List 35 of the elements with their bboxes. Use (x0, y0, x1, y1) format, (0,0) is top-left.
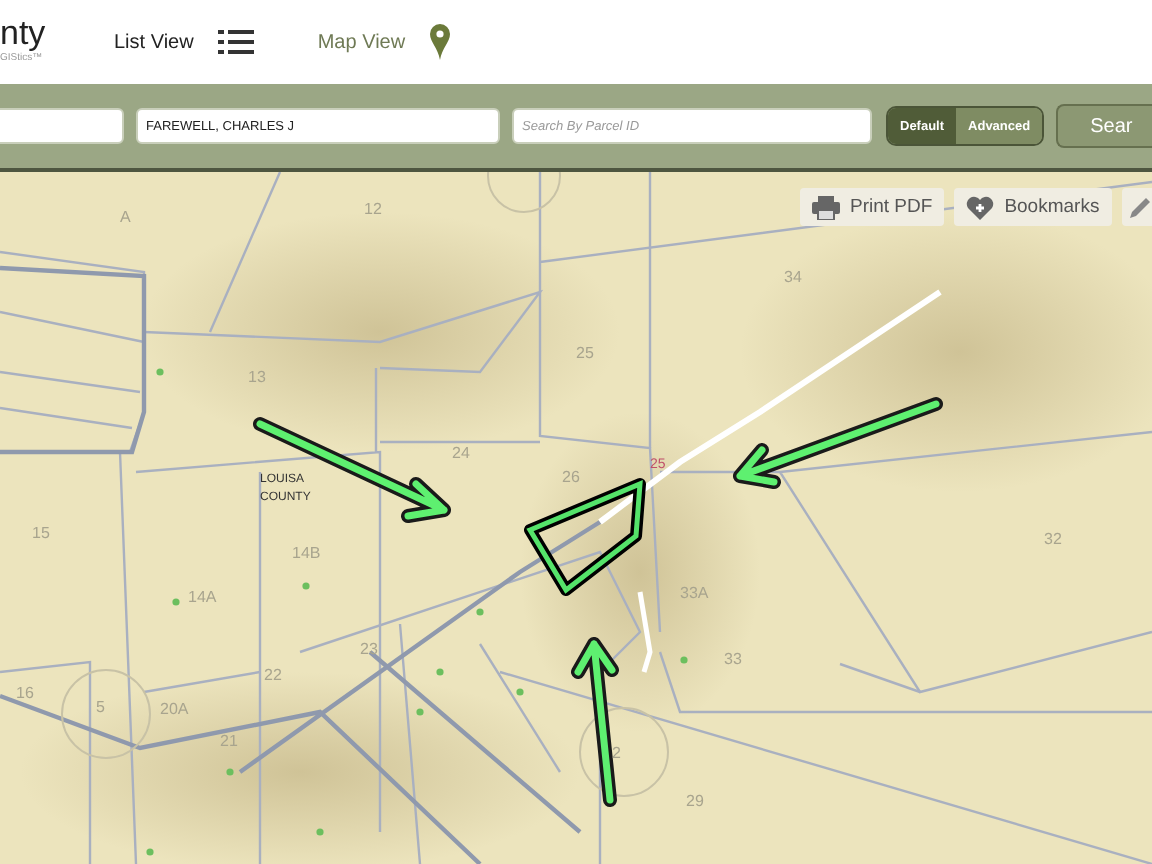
search-field[interactable] (0, 108, 124, 144)
parcel-number: 26 (562, 468, 580, 486)
arrow-icon (571, 637, 619, 807)
nav-link[interactable]: Map View (317, 24, 450, 60)
list-icon (217, 28, 254, 56)
parcel-number: 33A (680, 584, 709, 602)
toolbar-button[interactable]: Bookmarks (954, 188, 1112, 226)
arrow-icon (253, 417, 451, 523)
nav-link[interactable]: List View (114, 24, 254, 60)
parcel-number: 5 (96, 698, 105, 716)
parcel-number: 13 (248, 368, 266, 386)
arrow-icon (733, 397, 943, 489)
parcel-number: 12 (364, 200, 382, 218)
parcel-number: 16 (16, 684, 34, 702)
pencil-icon (1127, 195, 1152, 219)
parcel-number: 25 (576, 344, 594, 362)
parcel-number: 14B (292, 544, 321, 562)
logo-text: nty (0, 15, 48, 51)
parcel-number: 24 (452, 444, 470, 462)
parcel-number: 33 (724, 650, 742, 668)
heart-plus-icon (966, 195, 995, 219)
parcel-number: 34 (784, 268, 802, 286)
toolbar-button[interactable]: Print PDF (800, 188, 945, 226)
printer-icon (812, 195, 840, 219)
parcel-number: 22 (264, 666, 282, 684)
parcel-number: 15 (32, 524, 50, 542)
edit-button[interactable] (1121, 188, 1152, 226)
parcel-number: 20A (160, 700, 189, 718)
parcel-number: 32 (1044, 530, 1062, 548)
map-pin-icon (429, 24, 450, 60)
parcel-number: A (120, 208, 131, 226)
parcel-number: 14A (188, 588, 217, 606)
parcel-number: 2 (612, 744, 621, 762)
parcel-number: 29 (686, 792, 704, 810)
parcel-number: 23 (360, 640, 378, 658)
